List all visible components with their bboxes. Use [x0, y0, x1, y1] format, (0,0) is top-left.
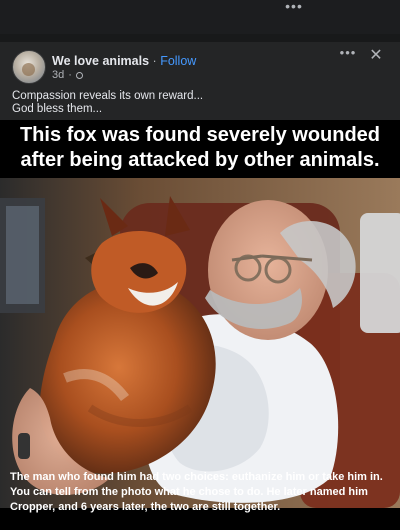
top-more-icon[interactable]: •••: [283, 0, 305, 14]
headline-line: This fox was found severely wounded: [19, 124, 381, 146]
more-options-icon[interactable]: •••: [338, 46, 358, 62]
follow-link[interactable]: Follow: [160, 54, 196, 68]
author-name[interactable]: We love animals: [52, 54, 149, 68]
separator-dot: ·: [152, 54, 157, 68]
image-headline: This fox was found severely wounded afte…: [0, 123, 400, 173]
caption-line: God bless them...: [12, 103, 103, 115]
photo-man-with-fox: [0, 178, 400, 508]
headline-line: after being attacked by other animals.: [20, 149, 380, 171]
post-header-title: We love animals · Follow: [52, 54, 196, 68]
image-footer-text: The man who found him had two choices: e…: [10, 471, 383, 513]
separator-dot: ·: [68, 69, 72, 81]
avatar[interactable]: [12, 50, 46, 84]
globe-icon: [75, 71, 83, 79]
post-caption: Compassion reveals its own reward... God…: [12, 90, 382, 116]
post-meta: 3d ·: [52, 69, 83, 81]
close-icon[interactable]: ✕: [368, 48, 384, 64]
caption-line: Compassion reveals its own reward...: [12, 90, 204, 102]
post-image[interactable]: This fox was found severely wounded afte…: [0, 120, 400, 530]
top-bar: •••: [0, 0, 400, 34]
post-time[interactable]: 3d: [52, 69, 64, 81]
